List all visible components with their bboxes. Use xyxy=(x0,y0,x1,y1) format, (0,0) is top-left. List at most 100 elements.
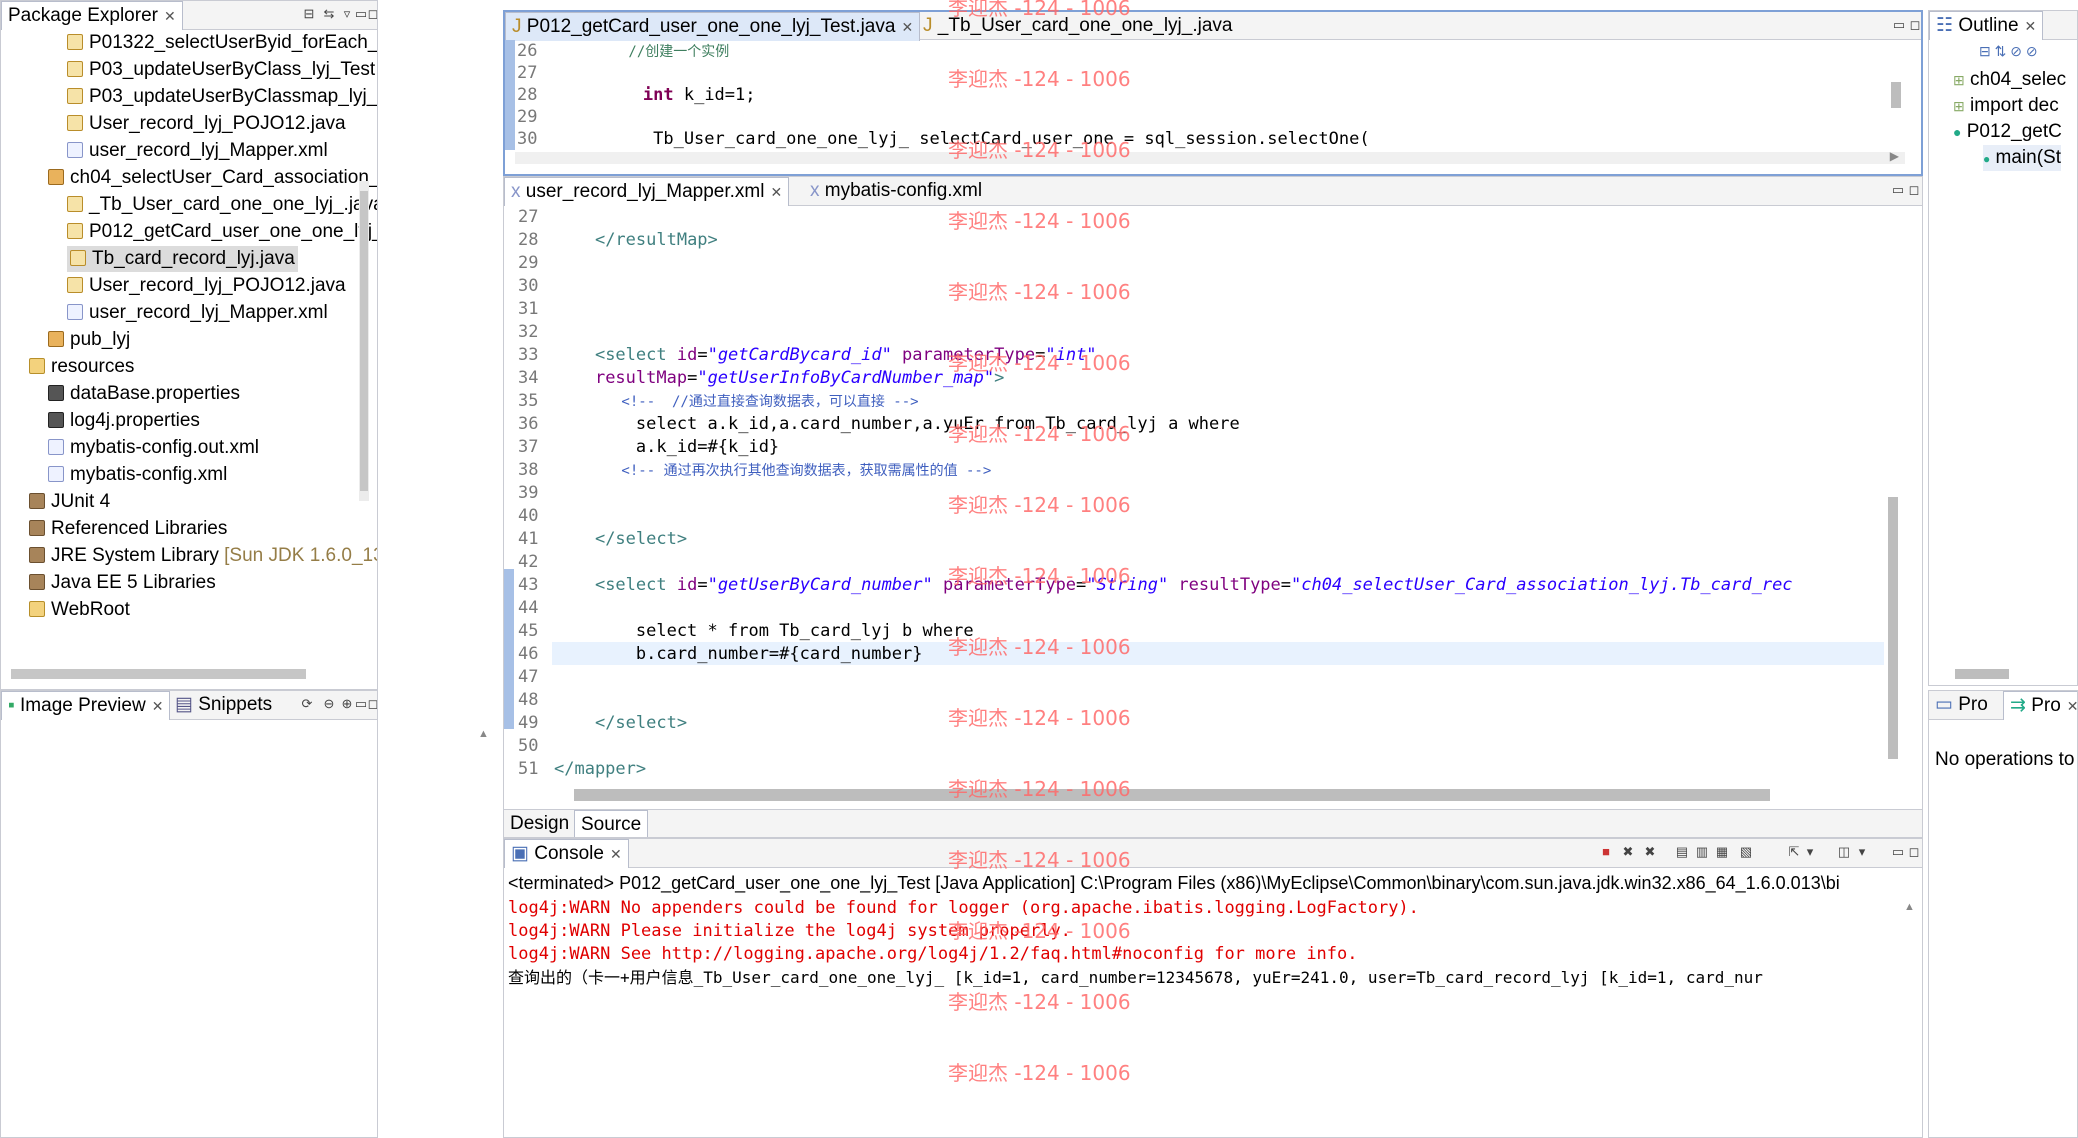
scroll-right-arrow-icon[interactable]: ▶ xyxy=(1890,149,1899,163)
close-icon[interactable]: ✕ xyxy=(2025,18,2037,34)
tree-item[interactable]: JUnit 4 xyxy=(29,489,110,515)
tab-java-test[interactable]: J P012_getCard_user_one_one_lyj_Test.jav… xyxy=(505,12,921,41)
tab-image-preview[interactable]: ▪ Image Preview ✕ xyxy=(1,691,171,720)
tree-item-label: dataBase.properties xyxy=(70,383,241,404)
close-icon[interactable]: ✕ xyxy=(2067,698,2077,714)
tree-item[interactable]: P01322_selectUserByid_forEach_Array_lyj_… xyxy=(67,30,377,56)
pin-console-icon[interactable]: ▦ xyxy=(1714,845,1730,861)
pro-tab-label: Pro xyxy=(2031,695,2061,716)
hide-fields-icon[interactable]: ⊘ xyxy=(2010,43,2022,59)
minimize-icon[interactable]: ▭ xyxy=(1890,845,1906,861)
maximize-icon[interactable]: ◻ xyxy=(1906,845,1922,861)
close-icon[interactable]: ✕ xyxy=(610,846,622,862)
editor-horizontal-scrollbar[interactable]: ▶ xyxy=(515,149,1905,164)
outline-item-imports[interactable]: ⊞ import dec xyxy=(1953,93,2059,119)
tree-scroll-thumb[interactable] xyxy=(360,191,368,491)
outline-item-package[interactable]: ⊞ ch04_selec xyxy=(1953,67,2066,93)
code-line: int k_id=1; xyxy=(642,85,756,105)
watermark-text: 李迎杰 -124 - 1006 xyxy=(948,67,1131,91)
line-number: 50 xyxy=(518,736,539,756)
tree-item[interactable]: Tb_card_record_lyj.java xyxy=(67,246,298,272)
tree-item[interactable]: P03_updateUserByClassmap_lyj_Test.java xyxy=(67,84,377,110)
remove-launch-icon[interactable]: ✖ xyxy=(1620,845,1636,861)
tab-pro-2[interactable]: ⇉ Pro ✕ xyxy=(2003,691,2077,720)
tree-item[interactable]: User_record_lyj_POJO12.java xyxy=(67,273,346,299)
tab-package-explorer[interactable]: Package Explorer ✕ xyxy=(1,1,183,30)
tab-design[interactable]: Design xyxy=(504,810,575,837)
tree-item[interactable]: JRE System Library [Sun JDK 1.6.0_13] xyxy=(29,543,377,569)
sort-icon[interactable]: ⇅ xyxy=(1995,43,2007,59)
tree-item[interactable]: mybatis-config.out.xml xyxy=(48,435,259,461)
xml-vertical-scrollbar[interactable] xyxy=(1888,497,1898,759)
outline-horizontal-scrollbar[interactable] xyxy=(1955,669,2009,679)
display-console-icon[interactable]: ▧ xyxy=(1738,845,1754,861)
image-preview-scroll-up-icon[interactable]: ▲ xyxy=(478,728,489,740)
tree-item[interactable]: User_record_lyj_POJO12.java xyxy=(67,111,346,137)
tree-item[interactable]: dataBase.properties xyxy=(48,381,240,407)
close-icon[interactable]: ✕ xyxy=(152,698,164,714)
terminate-icon[interactable]: ■ xyxy=(1598,845,1614,861)
console-output[interactable]: log4j:WARN No appenders could be found f… xyxy=(504,897,1894,1127)
image-preview-panel: ▪ Image Preview✕ ▤ Snippets ⟳ ⊖ ⊕ ▭ ◻ ▲ … xyxy=(0,690,378,1138)
console-terminated-label: <terminated> P012_getCard_user_one_one_l… xyxy=(508,873,1840,893)
zoom-out-icon[interactable]: ⊖ xyxy=(321,697,337,713)
collapse-all-icon[interactable]: ⊟ xyxy=(301,7,317,23)
tab-outline[interactable]: ☷ Outline ✕ xyxy=(1929,11,2044,40)
tab-source[interactable]: Source xyxy=(574,810,649,837)
tab-mybatis-config[interactable]: x mybatis-config.xml xyxy=(804,177,988,206)
tree-item[interactable]: _Tb_User_card_one_one_lyj_.java xyxy=(67,192,378,218)
tree-horizontal-scrollbar[interactable] xyxy=(11,669,306,679)
tab-user-record-mapper[interactable]: x user_record_lyj_Mapper.xml ✕ xyxy=(504,177,790,206)
line-number: 49 xyxy=(518,713,539,733)
tab-console[interactable]: ▣ Console ✕ xyxy=(504,839,629,868)
tree-item[interactable]: Referenced Libraries xyxy=(29,516,227,542)
close-icon[interactable]: ✕ xyxy=(164,8,176,24)
watermark-text: 李迎杰 -124 - 1006 xyxy=(948,138,1131,162)
tree-vertical-scrollbar[interactable] xyxy=(359,181,369,501)
line-number: 51 xyxy=(518,759,539,779)
maximize-icon[interactable]: ◻ xyxy=(365,7,377,23)
minimize-icon[interactable]: ▭ xyxy=(1891,18,1907,34)
tree-item[interactable]: P012_getCard_user_one_one_lyj_Test.java xyxy=(67,219,377,245)
outline-item-main[interactable]: ● main(St xyxy=(1983,145,2061,171)
tab-pro-1[interactable]: ▭ Pro xyxy=(1929,691,1994,720)
hide-static-icon[interactable]: ⊘ xyxy=(2026,43,2038,59)
outline-item-class[interactable]: ● P012_getC xyxy=(1953,119,2062,145)
clear-console-icon[interactable]: ▤ xyxy=(1674,845,1690,861)
scroll-lock-icon[interactable]: ▥ xyxy=(1694,845,1710,861)
maximize-icon[interactable]: ◻ xyxy=(1907,18,1921,34)
tree-item[interactable]: P03_updateUserByClass_lyj_Test.java xyxy=(67,57,377,83)
console-tab-label: Console xyxy=(534,843,604,864)
close-icon[interactable]: ✕ xyxy=(901,19,913,35)
maximize-icon[interactable]: ◻ xyxy=(365,697,377,713)
tree-item[interactable]: user_record_lyj_Mapper.xml xyxy=(67,300,328,326)
tree-item[interactable]: user_record_lyj_Mapper.xml xyxy=(67,138,328,164)
minimize-icon[interactable]: ▭ xyxy=(1890,183,1906,199)
folder-icon xyxy=(29,358,45,374)
tree-item[interactable]: log4j.properties xyxy=(48,408,200,434)
tree-item[interactable]: mybatis-config.xml xyxy=(48,462,227,488)
close-icon[interactable]: ✕ xyxy=(770,184,782,200)
tree-item[interactable]: pub_lyj xyxy=(48,327,130,353)
editor-vertical-scrollbar[interactable] xyxy=(1891,82,1901,108)
java-code-area[interactable]: 26 //创建一个实例 27 28 int k_id=1; 29 30 Tb_User_… xyxy=(517,40,1907,150)
tree-item[interactable]: WebRoot xyxy=(29,597,130,623)
link-editor-icon[interactable]: ⇆ xyxy=(321,7,337,23)
xml-horizontal-scrollbar[interactable] xyxy=(574,789,1770,801)
maximize-icon[interactable]: ◻ xyxy=(1906,183,1922,199)
tree-item[interactable]: Java EE 5 Libraries xyxy=(29,570,216,596)
new-console-icon[interactable]: ◫ xyxy=(1836,845,1852,861)
xml-code-area[interactable]: 27 28 </resultMap> 29 30 31 32 33 <select id="… xyxy=(516,206,1896,781)
open-console-icon[interactable]: ⇱ xyxy=(1786,845,1802,861)
collapse-all-icon[interactable]: ⊟ xyxy=(1979,43,1991,59)
remove-all-icon[interactable]: ✖ xyxy=(1642,845,1658,861)
refresh-icon[interactable]: ⟳ xyxy=(299,697,315,713)
new-console-dropdown-icon[interactable]: ▾ xyxy=(1854,845,1870,861)
console-menu-icon[interactable]: ▾ xyxy=(1802,845,1818,861)
tab-snippets[interactable]: ▤ Snippets xyxy=(169,691,278,720)
console-scroll-up-icon[interactable]: ▲ xyxy=(1904,901,1915,913)
tree-item[interactable]: resources xyxy=(29,354,134,380)
tree-item-label: P012_getCard_user_one_one_lyj_Test.java xyxy=(89,221,377,242)
tree-item[interactable]: ch04_selectUser_Card_association_lyj xyxy=(48,165,377,191)
tree-item-label: _Tb_User_card_one_one_lyj_.java xyxy=(89,194,378,215)
